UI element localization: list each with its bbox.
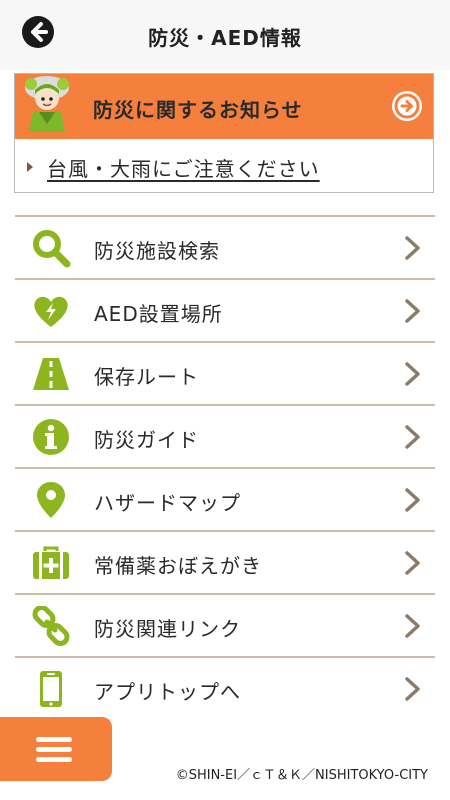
menu-item-hazard-map[interactable]: ハザードマップ xyxy=(15,469,435,532)
menu-item-links[interactable]: 防災関連リンク xyxy=(15,595,435,658)
first-aid-kit-icon xyxy=(33,546,69,579)
menu-label: 常備薬おぼえがき xyxy=(94,554,262,578)
copyright-text: ©SHIN-EI／ｃＴ＆Ｋ／NISHITOKYO-CITY xyxy=(175,768,428,783)
menu-label: アプリトップへ xyxy=(94,680,241,704)
notice-panel: 防災に関するお知らせ 台風・大雨にご注意ください xyxy=(14,73,434,193)
arrow-right-circle-icon[interactable] xyxy=(392,91,422,121)
chevron-right-icon xyxy=(405,299,420,323)
menu-label: AED設置場所 xyxy=(94,302,223,326)
menu-list: 防災施設検索 AED設置場所 保存ルート 防災ガイド ハザードマップ 常備薬おぼ… xyxy=(15,215,435,719)
aed-heart-icon xyxy=(34,296,68,327)
menu-label: 保存ルート xyxy=(94,365,199,389)
smartphone-icon xyxy=(40,671,62,707)
chevron-right-icon xyxy=(405,488,420,512)
menu-label: ハザードマップ xyxy=(94,491,241,515)
menu-label: 防災施設検索 xyxy=(94,239,220,263)
menu-item-medicine[interactable]: 常備薬おぼえがき xyxy=(15,532,435,595)
chevron-right-icon xyxy=(405,677,420,701)
page-title: 防災・AED情報 xyxy=(148,26,302,50)
bullet-triangle-icon xyxy=(27,162,33,172)
header-bar: 防災・AED情報 xyxy=(0,0,450,70)
chevron-right-icon xyxy=(405,551,420,575)
menu-label: 防災ガイド xyxy=(94,428,199,452)
notice-header[interactable]: 防災に関するお知らせ xyxy=(15,74,433,139)
chevron-right-icon xyxy=(405,614,420,638)
menu-item-guide[interactable]: 防災ガイド xyxy=(15,406,435,469)
map-pin-icon xyxy=(37,482,65,518)
chevron-right-icon xyxy=(405,236,420,260)
menu-item-facility-search[interactable]: 防災施設検索 xyxy=(15,217,435,280)
notice-title: 防災に関するお知らせ xyxy=(93,98,303,122)
hamburger-menu-icon[interactable] xyxy=(0,717,112,781)
menu-label: 防災関連リンク xyxy=(94,617,241,641)
notice-link[interactable]: 台風・大雨にご注意ください xyxy=(47,153,320,182)
road-icon xyxy=(33,358,69,390)
hamburger-line xyxy=(36,737,72,742)
mascot-icon xyxy=(25,76,69,132)
hamburger-line xyxy=(36,747,72,752)
link-icon xyxy=(32,606,70,646)
info-icon xyxy=(33,419,69,455)
chevron-right-icon xyxy=(405,362,420,386)
hamburger-line xyxy=(36,757,72,762)
search-icon xyxy=(33,230,71,268)
menu-item-aed[interactable]: AED設置場所 xyxy=(15,280,435,343)
menu-item-route[interactable]: 保存ルート xyxy=(15,343,435,406)
notice-item[interactable]: 台風・大雨にご注意ください xyxy=(27,152,320,182)
menu-item-app-top[interactable]: アプリトップへ xyxy=(15,658,435,719)
chevron-right-icon xyxy=(405,425,420,449)
